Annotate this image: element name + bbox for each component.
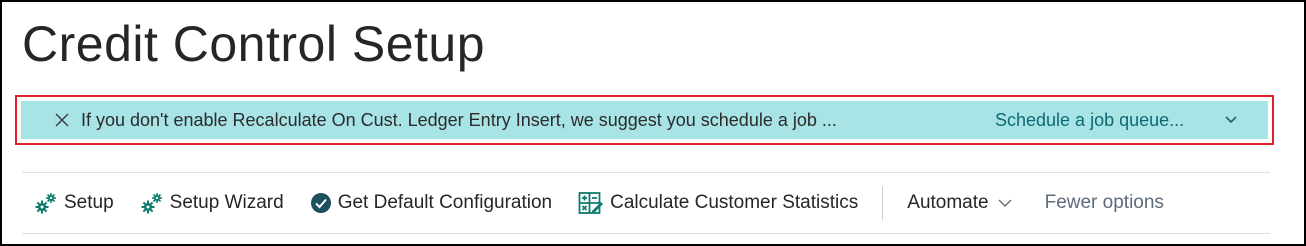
close-icon[interactable] (47, 113, 77, 127)
setup-wizard-button[interactable]: Setup Wizard (140, 191, 284, 215)
setup-label: Setup (64, 192, 114, 213)
chevron-down-icon (997, 198, 1013, 208)
calculate-customer-statistics-button[interactable]: Calculate Customer Statistics (578, 191, 858, 215)
get-default-configuration-label: Get Default Configuration (337, 192, 553, 213)
automate-label: Automate (907, 192, 989, 213)
fewer-options-button[interactable]: Fewer options (1045, 192, 1164, 214)
setup-button[interactable]: Setup (34, 191, 114, 215)
automate-menu-button[interactable]: Automate (907, 192, 1012, 214)
get-default-configuration-button[interactable]: Get Default Configuration (310, 192, 552, 214)
notification-banner: If you don't enable Recalculate On Cust.… (21, 101, 1268, 139)
app-frame: Credit Control Setup If you don't enable… (0, 0, 1306, 246)
action-bar: Setup Setup Wizard Get Default Configura… (34, 186, 1164, 220)
gears-icon (34, 191, 58, 215)
gears-icon (140, 191, 164, 215)
notification-banner-highlight: If you don't enable Recalculate On Cust.… (15, 95, 1274, 145)
calculate-icon (578, 191, 604, 215)
action-bar-bottom-divider (22, 233, 1270, 234)
banner-message: If you don't enable Recalculate On Cust.… (81, 109, 837, 130)
calculate-customer-statistics-label: Calculate Customer Statistics (610, 192, 859, 213)
action-bar-top-divider (22, 172, 1270, 173)
chevron-down-icon[interactable] (1224, 115, 1238, 125)
page-title: Credit Control Setup (22, 16, 486, 72)
schedule-job-queue-link[interactable]: Schedule a job queue... (995, 110, 1184, 131)
check-circle-icon (310, 192, 332, 214)
setup-wizard-label: Setup Wizard (169, 192, 284, 213)
action-separator (882, 186, 884, 220)
